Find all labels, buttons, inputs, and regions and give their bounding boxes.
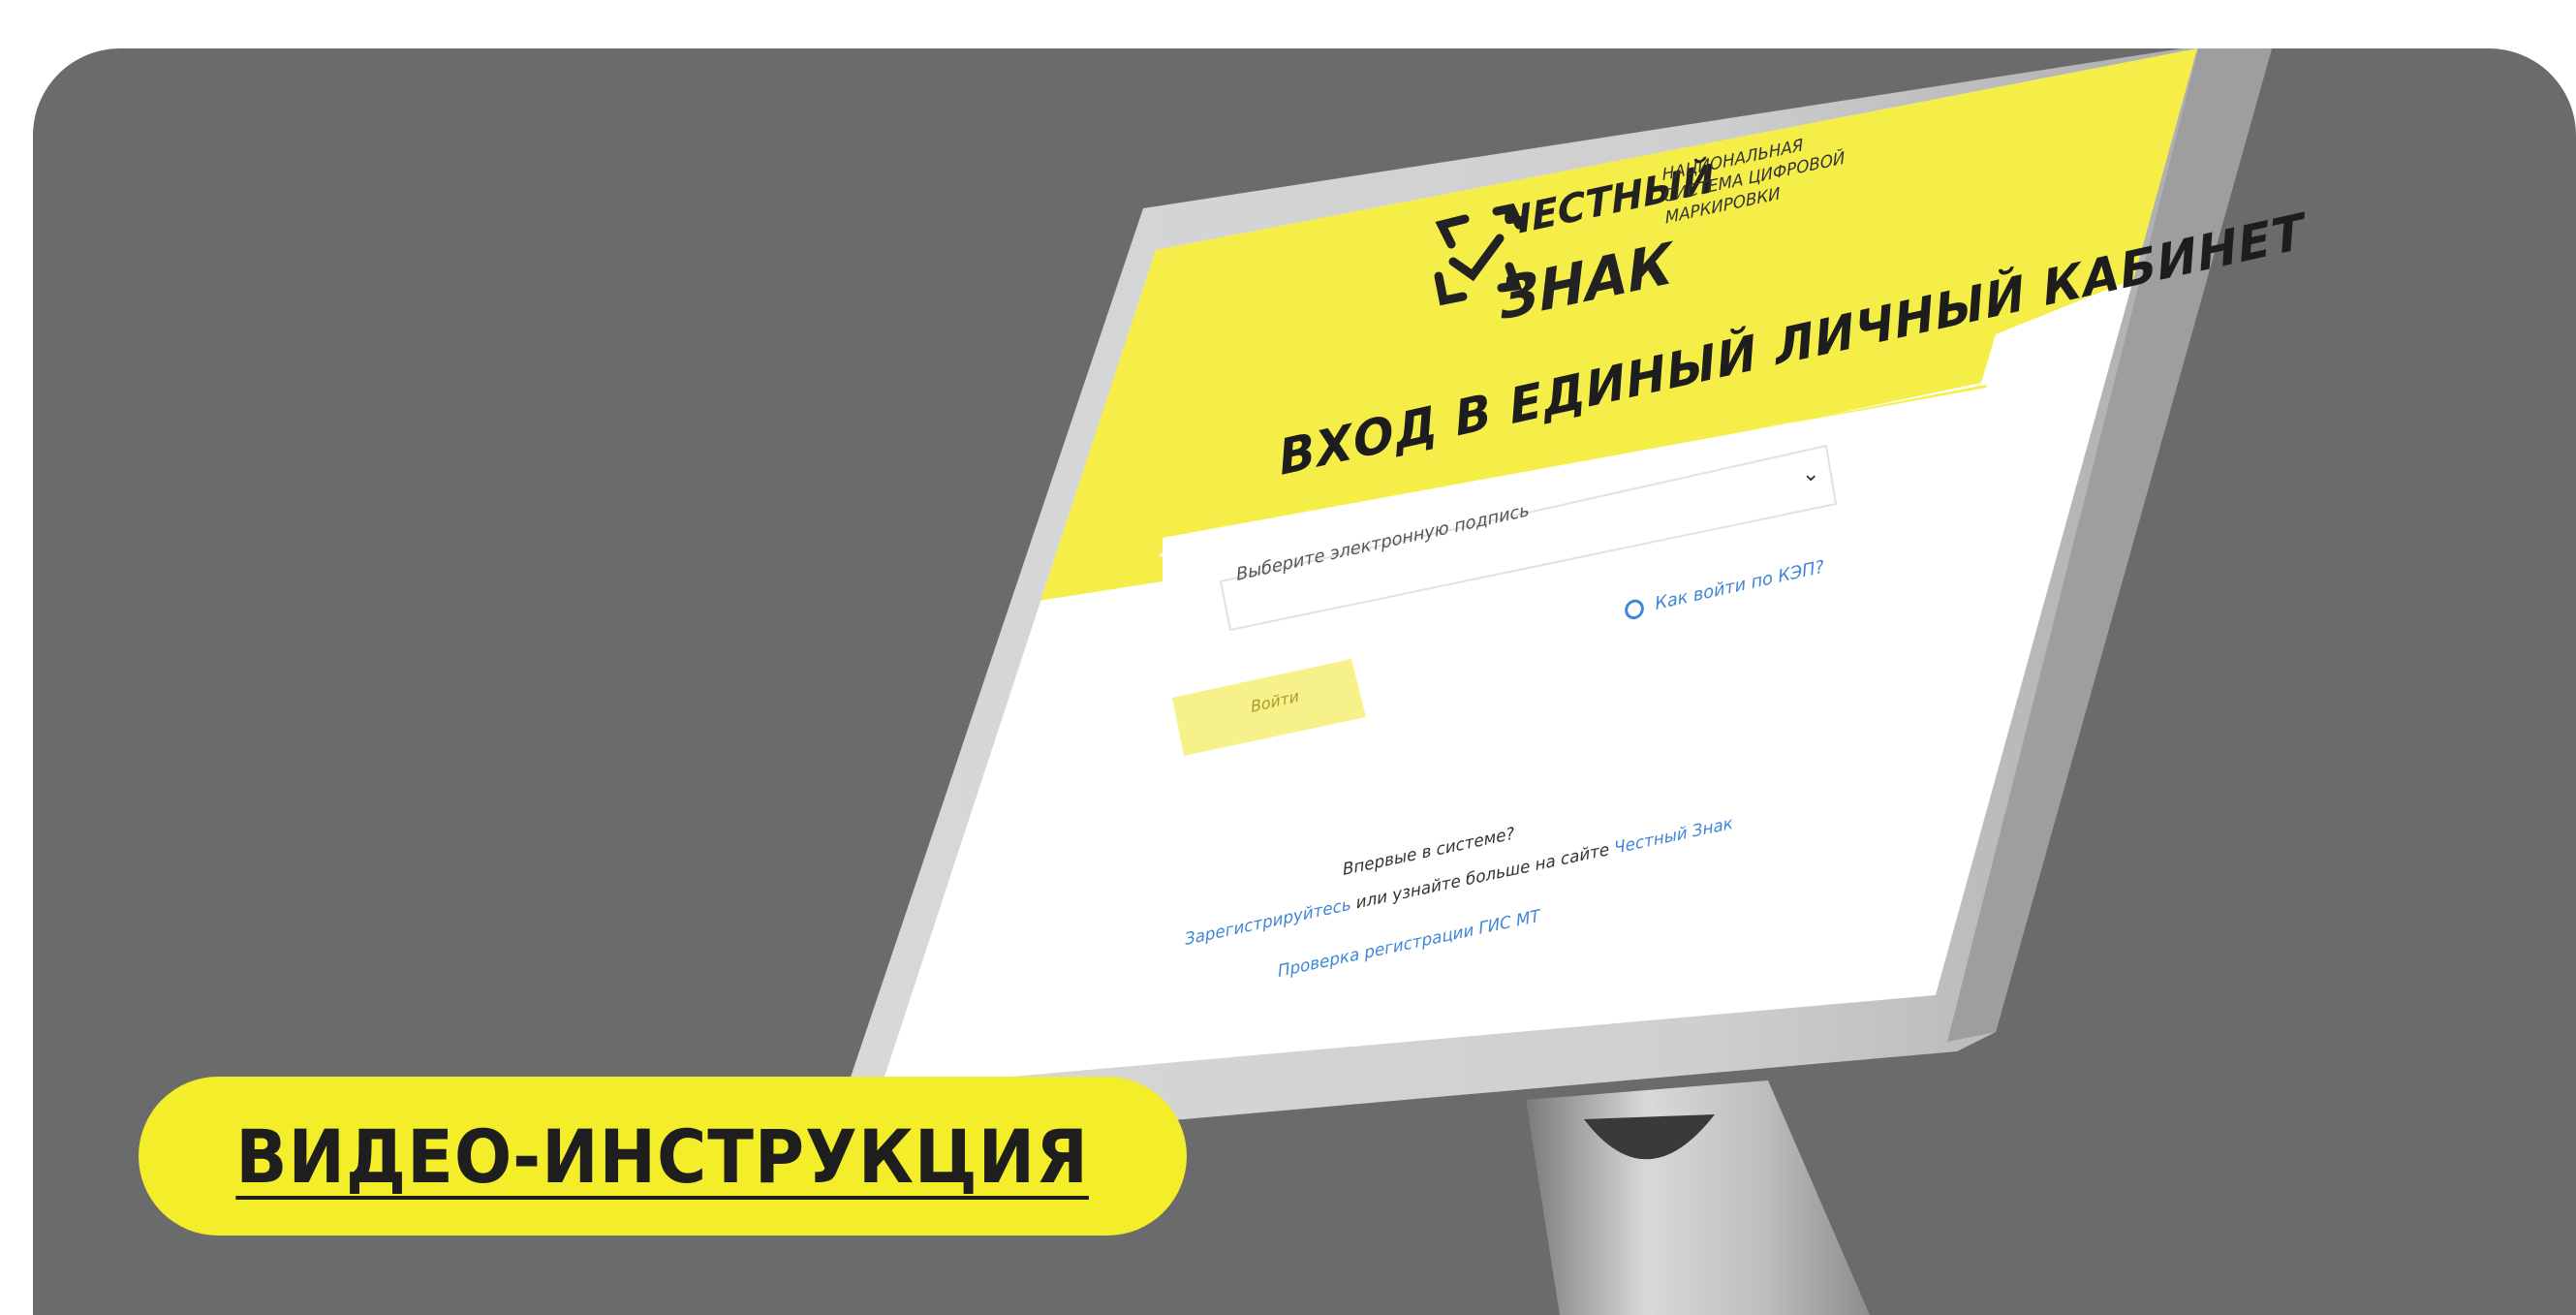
chevron-down-icon[interactable]: ⌄ (1802, 462, 1819, 486)
video-instruction-label: ВИДЕО-ИНСТРУКЦИЯ (235, 1112, 1090, 1200)
question-circle-icon (1624, 597, 1645, 621)
video-instruction-button[interactable]: ВИДЕО-ИНСТРУКЦИЯ (139, 1077, 1187, 1236)
